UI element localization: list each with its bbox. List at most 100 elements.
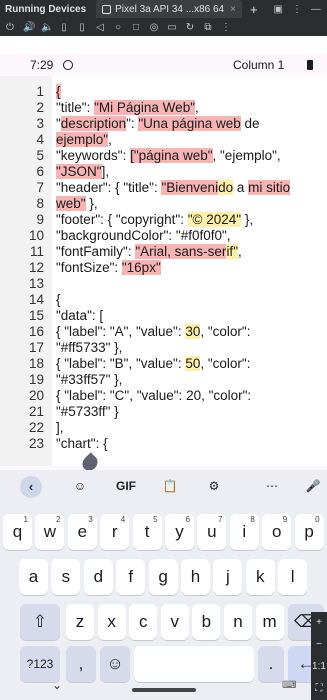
- code-line[interactable]: "#5733ff" }: [56, 404, 324, 420]
- code-line[interactable]: { "label": "A", "value": 30, "color":: [56, 324, 324, 340]
- key-j[interactable]: j: [213, 559, 243, 595]
- zoom-out-icon[interactable]: −: [311, 634, 327, 656]
- gif-button[interactable]: GIF: [112, 476, 140, 496]
- code-line[interactable]: "title": "Mi Página Web",: [56, 100, 324, 116]
- code-line[interactable]: ],: [56, 420, 324, 436]
- code-line[interactable]: web" },: [56, 196, 324, 212]
- key-label: q: [12, 522, 23, 541]
- key-h[interactable]: h: [181, 559, 210, 595]
- code-line[interactable]: {: [56, 292, 324, 308]
- more-vert-icon[interactable]: ⋮: [221, 22, 231, 33]
- microphone-icon[interactable]: 🎤: [304, 476, 322, 496]
- volume-up-icon[interactable]: 🔊: [23, 22, 35, 33]
- key-t[interactable]: t5: [132, 514, 162, 550]
- code-line[interactable]: "keywords": ["página web", "ejemplo",: [56, 148, 324, 164]
- key-hint: 9: [282, 515, 288, 524]
- code-line[interactable]: "fontFamily": "Arial, sans-serif",: [56, 244, 324, 260]
- emoji-sticker-icon[interactable]: ☺: [70, 476, 90, 496]
- key-o[interactable]: o9: [262, 514, 292, 550]
- clipboard-icon[interactable]: 📋: [160, 476, 180, 496]
- line-number: 18: [28, 356, 44, 371]
- volume-down-icon[interactable]: 🔈: [41, 22, 53, 33]
- home-icon[interactable]: ○: [113, 22, 123, 33]
- line-number: 5: [36, 148, 44, 163]
- actual-size-button[interactable]: 1:1: [311, 656, 327, 678]
- overview-icon[interactable]: □: [131, 22, 141, 33]
- key-c[interactable]: c: [129, 604, 158, 640]
- device-tab[interactable]: Pixel 3a API 34 ...x86 64 ×: [96, 0, 242, 18]
- key-f[interactable]: f: [116, 559, 146, 595]
- key-d[interactable]: d: [83, 559, 113, 595]
- code-token: , "ejemplo",: [212, 148, 281, 163]
- code-editor[interactable]: 1 2 3 4 5 6 7 8 9 10 11 12 13 14 15 16 17 18 19 20 21 22 23{ "…: [0, 76, 327, 466]
- line-number: 7: [36, 180, 44, 195]
- code-line[interactable]: "JSON"],: [56, 164, 324, 180]
- key-x[interactable]: x: [97, 604, 126, 640]
- key-label: l: [290, 567, 295, 586]
- rotate-right-icon[interactable]: ▯: [77, 22, 87, 33]
- key-hint: 7: [217, 515, 223, 524]
- back-icon[interactable]: ◁: [95, 22, 105, 33]
- battery-icon: [307, 60, 313, 70]
- minimize-icon[interactable]: —: [311, 4, 321, 15]
- key-v[interactable]: v: [160, 604, 189, 640]
- code-line[interactable]: { "label": "B", "value": 50, "color":: [56, 356, 324, 372]
- panel-title: Running Devices: [5, 3, 87, 15]
- code-line[interactable]: {: [56, 84, 324, 100]
- key-z[interactable]: z: [66, 604, 94, 640]
- fit-screen-icon[interactable]: ⛶: [311, 678, 327, 700]
- key-hint: 0: [315, 515, 320, 524]
- key-w[interactable]: w2: [35, 514, 65, 550]
- highlighted-token: "JSON": [56, 164, 102, 179]
- device-icon: [102, 4, 112, 14]
- shift-key[interactable]: ⇧: [20, 604, 60, 640]
- code-line[interactable]: "header": { "title": "Bienvenido a mi si…: [56, 180, 324, 196]
- key-y[interactable]: y6: [165, 514, 194, 550]
- key-q[interactable]: q1: [3, 514, 32, 550]
- key-l[interactable]: l: [278, 559, 308, 595]
- home-gesture-bar[interactable]: [132, 688, 196, 692]
- code-line[interactable]: "footer": { "copyright": "© 2024" },: [56, 212, 324, 228]
- code-line[interactable]: "chart": {: [56, 436, 324, 452]
- copy-icon[interactable]: ⧉: [203, 22, 213, 33]
- add-device-icon[interactable]: +: [250, 2, 258, 17]
- code-line[interactable]: ejemplo",: [56, 132, 324, 148]
- key-s[interactable]: s: [51, 559, 81, 595]
- key-g[interactable]: g: [148, 559, 178, 595]
- code-line[interactable]: { "label": "C", "value": 20, "color":: [56, 388, 324, 404]
- key-b[interactable]: b: [192, 604, 221, 640]
- code-line[interactable]: "description": "Una página web de: [56, 116, 324, 132]
- key-n[interactable]: n: [224, 604, 252, 640]
- zoom-in-icon[interactable]: +: [311, 612, 327, 634]
- key-a[interactable]: a: [19, 559, 48, 595]
- key-m[interactable]: m: [255, 604, 284, 640]
- key-r[interactable]: r4: [100, 514, 130, 550]
- highlighted-token: 50: [185, 356, 201, 371]
- key-p[interactable]: p0: [294, 514, 324, 550]
- more-options-icon[interactable]: ⋮: [292, 4, 302, 15]
- power-icon[interactable]: ⏻: [5, 22, 15, 33]
- screenshot-icon[interactable]: ◎: [149, 22, 159, 33]
- code-line[interactable]: "data": [: [56, 308, 324, 324]
- key-label: y: [175, 522, 184, 541]
- code-line[interactable]: "backgroundColor": "#f0f0f0",: [56, 228, 324, 244]
- layout-icon[interactable]: ▣: [274, 4, 283, 15]
- keyboard-back-button[interactable]: ‹: [20, 476, 42, 498]
- keyboard-toolbar: ‹ ☺ GIF 📋 ⚙ ⋯ 🎤: [0, 470, 327, 502]
- code-line[interactable]: "#33ff57" },: [56, 372, 324, 388]
- code-line[interactable]: "fontSize": "16px": [56, 260, 324, 276]
- key-u[interactable]: u7: [197, 514, 227, 550]
- keyboard-switch-icon[interactable]: ⌨: [282, 680, 296, 691]
- key-label: t: [144, 522, 150, 541]
- hide-keyboard-icon[interactable]: ⌄: [52, 678, 62, 692]
- code-line[interactable]: "#ff5733" },: [56, 340, 324, 356]
- more-icon[interactable]: ⋯: [262, 476, 282, 496]
- snapshot-icon[interactable]: ▭: [167, 22, 177, 33]
- undo-icon[interactable]: ↻: [185, 22, 195, 33]
- key-e[interactable]: e3: [67, 514, 97, 550]
- settings-icon[interactable]: ⚙: [204, 476, 224, 496]
- rotate-left-icon[interactable]: ▯: [59, 22, 69, 33]
- key-k[interactable]: k: [245, 559, 275, 595]
- close-tab-icon[interactable]: ×: [230, 4, 236, 15]
- key-i[interactable]: i8: [229, 514, 259, 550]
